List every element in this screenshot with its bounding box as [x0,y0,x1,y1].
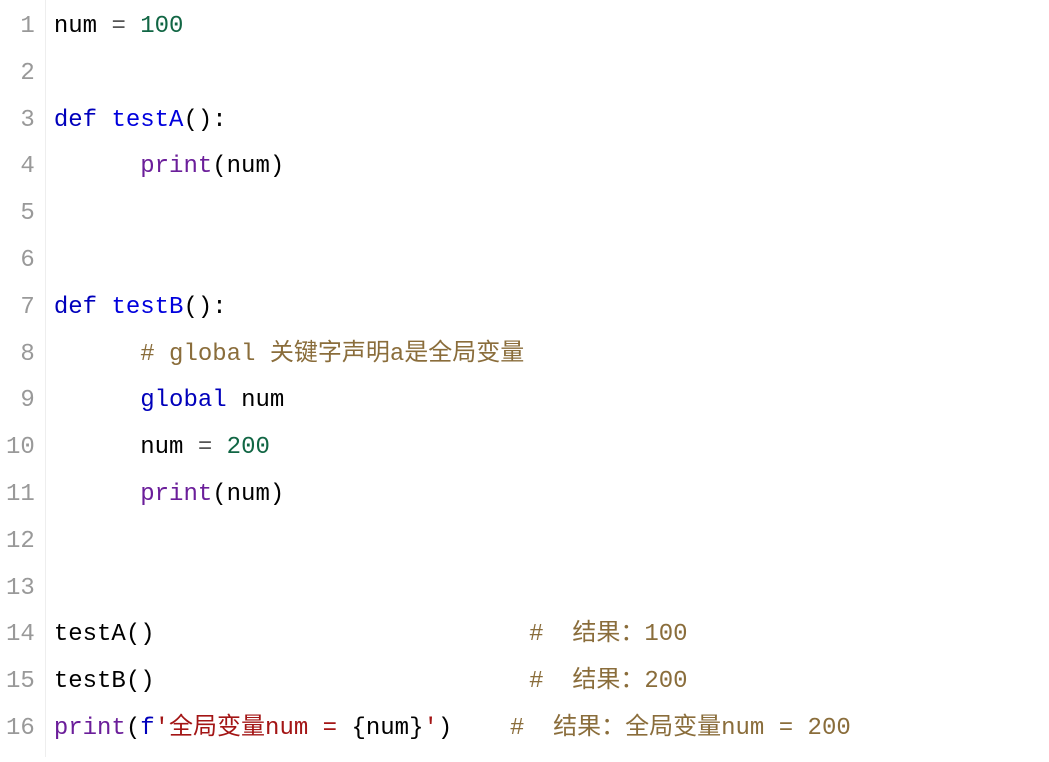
token-fn: testA [54,621,126,648]
token-text [183,434,197,461]
token-name: num [227,481,270,508]
token-punct: ( [212,153,226,180]
token-text [227,387,241,414]
token-str: '全局变量num = [155,715,352,742]
code-line[interactable] [54,51,1049,98]
token-comment: # global 关键字声明a是全局变量 [140,341,524,368]
token-name: num [227,153,270,180]
token-comment: # 结果：100 [529,621,687,648]
code-line[interactable] [54,238,1049,285]
token-punct: ( [126,715,140,742]
code-line[interactable]: def testA(): [54,98,1049,145]
token-op: = [111,13,125,40]
line-number: 5 [6,191,35,238]
line-number: 10 [6,425,35,472]
line-number: 8 [6,332,35,379]
line-number-gutter: 12345678910111213141516 [0,0,46,757]
token-builtin: print [140,481,212,508]
token-punct: (): [183,294,226,321]
code-line[interactable] [54,566,1049,613]
code-line[interactable]: print(num) [54,472,1049,519]
line-number: 6 [6,238,35,285]
token-text [97,107,111,134]
code-area[interactable]: num = 100 def testA(): print(num) def te… [46,0,1049,757]
line-number: 4 [6,144,35,191]
line-number: 7 [6,285,35,332]
code-line[interactable]: testA() # 结果：100 [54,612,1049,659]
line-number: 15 [6,659,35,706]
token-text [155,621,529,648]
token-op: = [198,434,212,461]
token-text [54,387,140,414]
token-text [155,668,529,695]
token-text [212,434,226,461]
token-name: num [54,13,97,40]
code-line[interactable]: num = 100 [54,4,1049,51]
token-kw: def [54,294,97,321]
token-strpre: f [140,715,154,742]
code-line[interactable]: print(num) [54,144,1049,191]
token-punct: () [126,668,155,695]
line-number: 9 [6,378,35,425]
token-text [54,153,140,180]
token-kw: def [54,107,97,134]
token-num: 200 [227,434,270,461]
token-name: num [241,387,284,414]
line-number: 14 [6,612,35,659]
line-number: 16 [6,706,35,753]
code-line[interactable]: # global 关键字声明a是全局变量 [54,332,1049,379]
token-text [126,13,140,40]
line-number: 13 [6,566,35,613]
code-line[interactable]: print(f'全局变量num = {num}') # 结果：全局变量num =… [54,706,1049,753]
token-text [54,481,140,508]
token-def: testA [111,107,183,134]
token-punct: { [351,715,365,742]
token-punct: () [126,621,155,648]
token-punct: } [409,715,423,742]
token-text [452,715,510,742]
code-line[interactable] [54,519,1049,566]
token-text [97,294,111,321]
token-kw: global [140,387,226,414]
token-def: testB [111,294,183,321]
token-str: ' [424,715,438,742]
token-text [97,13,111,40]
token-punct: ) [438,715,452,742]
code-line[interactable]: testB() # 结果：200 [54,659,1049,706]
line-number: 1 [6,4,35,51]
token-num: 100 [140,13,183,40]
code-line[interactable] [54,191,1049,238]
line-number: 12 [6,519,35,566]
token-builtin: print [54,715,126,742]
token-punct: ) [270,153,284,180]
token-punct: ( [212,481,226,508]
token-name: num [140,434,183,461]
token-punct: (): [183,107,226,134]
code-line[interactable]: global num [54,378,1049,425]
token-builtin: print [140,153,212,180]
code-line[interactable]: def testB(): [54,285,1049,332]
token-comment: # 结果：200 [529,668,687,695]
line-number: 11 [6,472,35,519]
token-punct: ) [270,481,284,508]
line-number: 3 [6,98,35,145]
token-text [54,341,140,368]
code-line[interactable]: num = 200 [54,425,1049,472]
token-text [54,434,140,461]
token-name: num [366,715,409,742]
token-comment: # 结果：全局变量num = 200 [510,715,851,742]
token-fn: testB [54,668,126,695]
line-number: 2 [6,51,35,98]
